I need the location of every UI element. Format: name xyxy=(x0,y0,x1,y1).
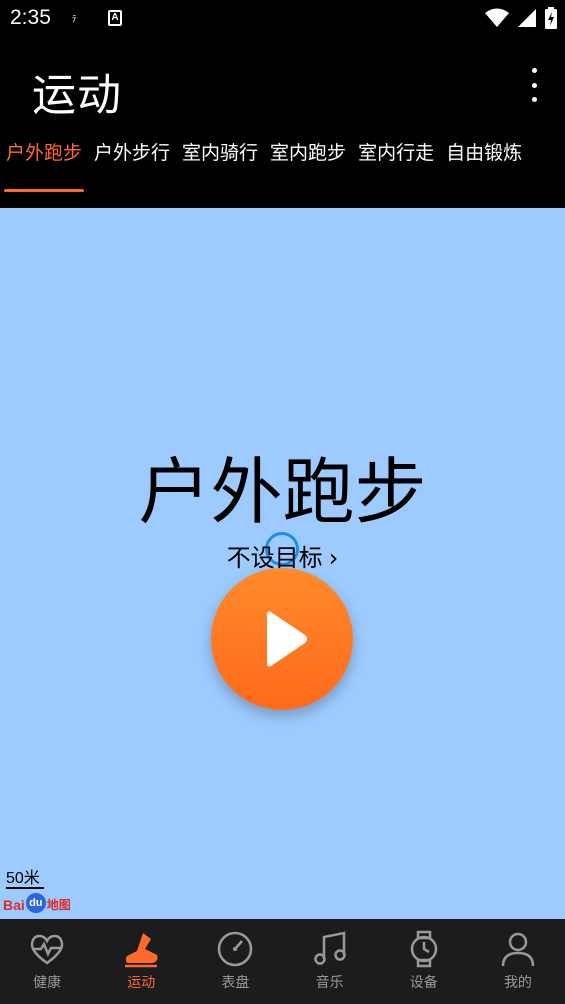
tab-indoor-walk[interactable]: 室内行走 xyxy=(352,138,440,192)
nav-watchface[interactable]: 表盘 xyxy=(188,919,282,1004)
app-bar: 运动 户外跑步 户外步行 室内骑行 室内跑步 室内行走 自由锻炼 xyxy=(0,38,565,208)
tab-free-workout[interactable]: 自由锻炼 xyxy=(440,138,528,192)
nav-profile[interactable]: 我的 xyxy=(471,919,565,1004)
nav-music[interactable]: 音乐 xyxy=(283,919,377,1004)
notification-icon: ﾃ xyxy=(72,14,77,24)
nav-health[interactable]: 健康 xyxy=(0,919,94,1004)
bottom-nav: 健康 运动 表盘 音乐 设备 我的 xyxy=(0,919,565,1004)
play-icon xyxy=(267,611,307,667)
heart-pulse-icon xyxy=(30,934,64,965)
running-shoe-icon xyxy=(125,933,158,968)
status-icons xyxy=(485,7,557,29)
baidu-map-logo: Bai du 地图 xyxy=(3,893,71,913)
gauge-icon xyxy=(218,931,253,967)
sport-name: 户外跑步 xyxy=(138,450,427,534)
nav-sport[interactable]: 运动 xyxy=(94,919,188,1004)
status-bar: 2:35 ﾃ A xyxy=(0,0,565,38)
person-icon xyxy=(501,932,535,967)
map-scale: 50米 xyxy=(6,870,40,887)
battery-icon xyxy=(545,7,557,29)
wifi-icon xyxy=(485,8,509,27)
start-button[interactable] xyxy=(211,568,353,710)
tab-indoor-run[interactable]: 室内跑步 xyxy=(264,138,352,192)
music-note-icon xyxy=(313,931,346,965)
more-options-icon[interactable] xyxy=(529,68,539,102)
map-view[interactable]: 户外跑步 不设目标 › 50米 Bai du 地图 xyxy=(0,208,565,919)
map-scale-bar xyxy=(6,887,44,889)
chevron-right-icon: › xyxy=(328,544,339,572)
page-title: 运动 xyxy=(32,70,122,121)
tab-indoor-cycling[interactable]: 室内骑行 xyxy=(176,138,264,192)
tab-outdoor-run[interactable]: 户外跑步 xyxy=(0,138,88,192)
sport-tabs: 户外跑步 户外步行 室内骑行 室内跑步 室内行走 自由锻炼 xyxy=(0,138,528,192)
tab-outdoor-walk[interactable]: 户外步行 xyxy=(88,138,176,192)
signal-icon xyxy=(518,9,536,27)
status-time: 2:35 xyxy=(10,6,51,29)
keyboard-notification-icon: A xyxy=(108,10,122,26)
nav-device[interactable]: 设备 xyxy=(377,919,471,1004)
watch-icon xyxy=(410,930,438,968)
